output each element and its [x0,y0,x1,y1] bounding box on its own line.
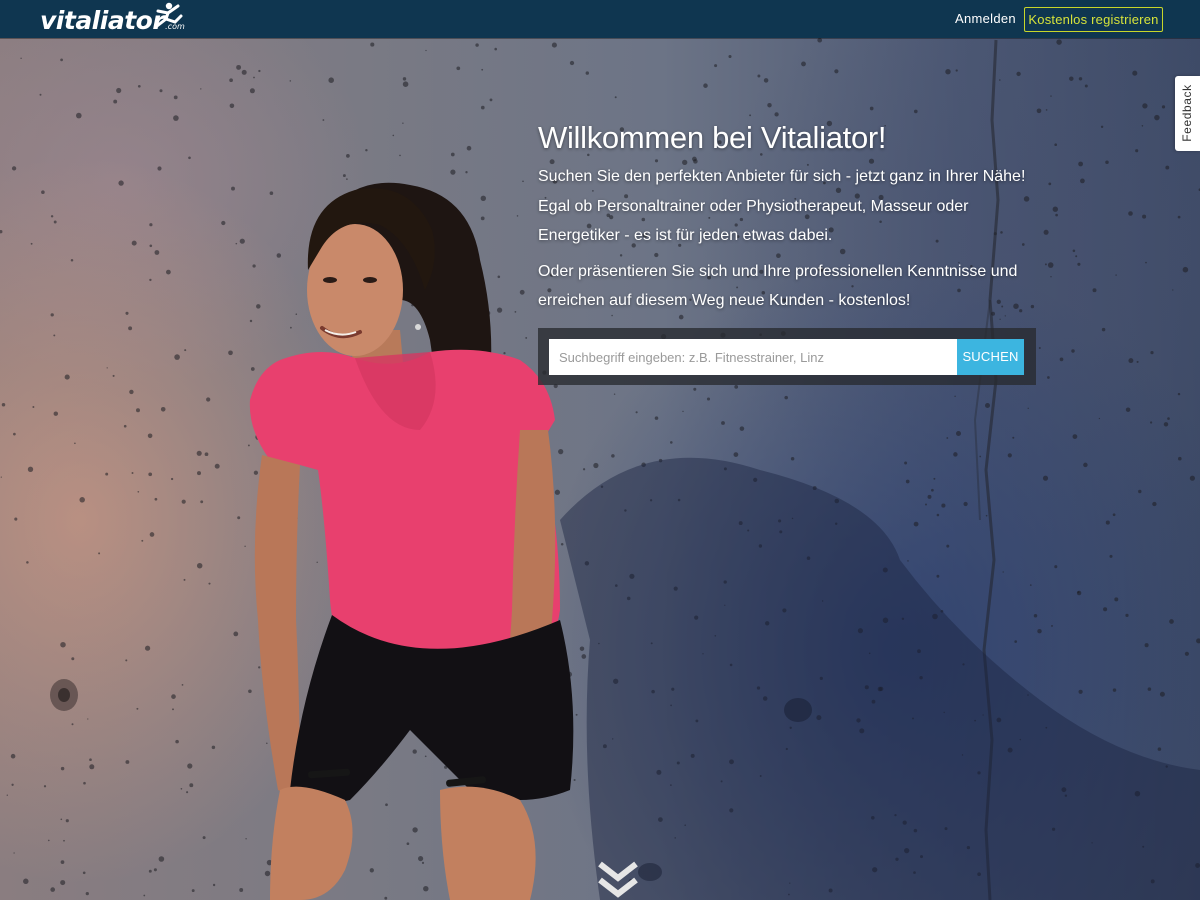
register-button[interactable]: Kostenlos registrieren [1024,7,1163,32]
hero-title: Willkommen bei Vitaliator! [538,120,887,155]
hero-intro-text: Suchen Sie den perfekten Anbieter für si… [538,168,1026,244]
search-input[interactable] [549,339,957,375]
double-chevron-down-icon[interactable] [596,858,640,900]
running-figure-icon [155,2,183,28]
login-link[interactable]: Anmelden [955,11,1016,26]
logo-wordmark: vitaliator [40,6,165,35]
site-logo[interactable]: vitaliator .com [40,2,185,36]
feedback-tab[interactable]: Feedback [1175,76,1200,151]
hero-content: Willkommen bei Vitaliator! Suchen Sie de… [538,118,1038,316]
landing-page: vitaliator .com Anmelden Kostenlos regis… [0,0,1200,900]
top-navigation: vitaliator .com Anmelden Kostenlos regis… [0,0,1200,38]
search-button[interactable]: SUCHEN [957,339,1024,375]
hero-provider-text: Oder präsentieren Sie sich und Ihre prof… [538,262,1018,310]
feedback-label: Feedback [1180,84,1194,142]
